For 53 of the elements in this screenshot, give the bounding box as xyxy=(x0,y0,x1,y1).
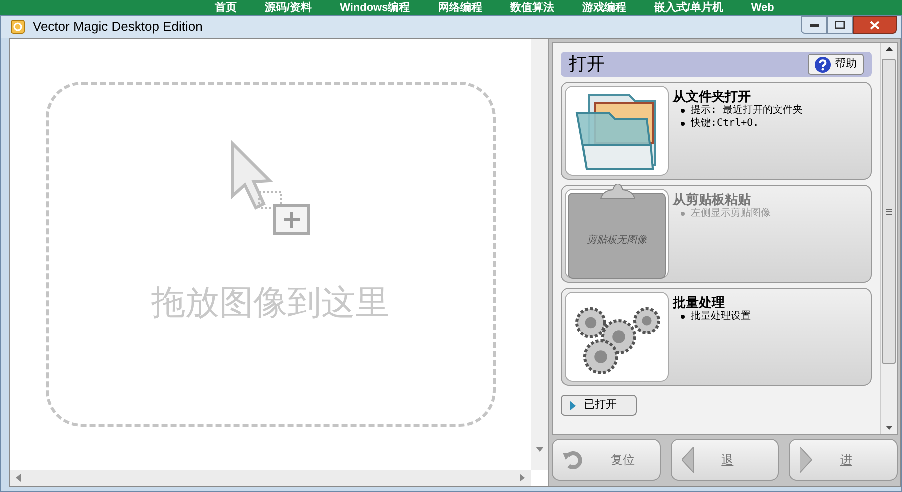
reset-button[interactable]: 复位 xyxy=(552,439,661,481)
app-icon xyxy=(11,20,25,34)
nav-link[interactable]: 数值算法 xyxy=(510,2,554,14)
open-option-card[interactable]: 批量处理 批量处理设置 xyxy=(561,288,872,386)
grip-icon xyxy=(886,208,892,214)
bullet-icon xyxy=(681,212,685,216)
help-button[interactable]: 帮助 xyxy=(808,54,864,75)
scroll-right-icon xyxy=(520,474,525,482)
undo-icon xyxy=(563,451,583,469)
scroll-up-icon xyxy=(886,47,892,51)
nav-link[interactable]: 嵌入式/单片机 xyxy=(654,2,724,14)
horizontal-scrollbar[interactable] xyxy=(10,470,531,486)
bullet-icon xyxy=(681,108,685,112)
option-hint: 批量处理设置 xyxy=(691,310,751,323)
nav-link[interactable]: 首页 xyxy=(215,2,237,14)
drag-add-icon xyxy=(228,140,312,238)
scroll-down-icon xyxy=(536,447,544,452)
right-arrow-icon xyxy=(800,447,812,473)
thumbnail-caption: 剪贴板无图像 xyxy=(587,234,647,248)
scroll-thumb[interactable] xyxy=(882,59,896,364)
minimize-button[interactable] xyxy=(801,16,827,34)
nav-link[interactable]: 游戏编程 xyxy=(582,2,626,14)
open-option-card[interactable]: 从文件夹打开 提示: 最近打开的文件夹 快键:Ctrl+O. xyxy=(561,82,872,180)
nav-link[interactable]: Windows编程 xyxy=(340,2,410,14)
minimize-icon xyxy=(810,24,818,26)
close-icon xyxy=(870,20,880,30)
close-button[interactable] xyxy=(853,16,897,34)
option-title: 批量处理 xyxy=(673,295,726,310)
maximize-icon xyxy=(835,21,845,29)
nav-link[interactable]: 源码/资料 xyxy=(265,2,312,14)
option-title: 从文件夹打开 xyxy=(673,89,752,104)
bullet-icon xyxy=(681,314,685,318)
clip-icon xyxy=(599,184,637,200)
scroll-left-icon xyxy=(16,474,21,482)
panel-title: 打开 xyxy=(569,53,605,76)
window-title: Vector Magic Desktop Edition xyxy=(33,18,203,36)
left-arrow-icon xyxy=(682,447,694,473)
panel-scrollbar[interactable] xyxy=(880,43,897,434)
bullet-icon xyxy=(681,122,685,126)
option-hint: 提示: 最近打开的文件夹 xyxy=(691,104,804,117)
scroll-down-icon xyxy=(886,426,892,430)
back-button[interactable]: 退 xyxy=(670,439,780,481)
nav-link[interactable]: Web xyxy=(751,2,774,14)
recent-files-button[interactable]: 已打开 xyxy=(561,395,637,416)
nav-link[interactable]: 网络编程 xyxy=(438,2,482,14)
forward-button[interactable]: 进 xyxy=(789,439,898,481)
vertical-scrollbar[interactable] xyxy=(531,39,548,470)
expand-arrow-icon xyxy=(570,400,576,410)
option-title: 从剪贴板粘贴 xyxy=(673,192,752,207)
help-icon xyxy=(815,56,831,72)
option-hint: 快键:Ctrl+O. xyxy=(691,117,760,130)
option-hint: 左侧显示剪贴图像 xyxy=(691,207,771,220)
maximize-button[interactable] xyxy=(827,16,853,34)
